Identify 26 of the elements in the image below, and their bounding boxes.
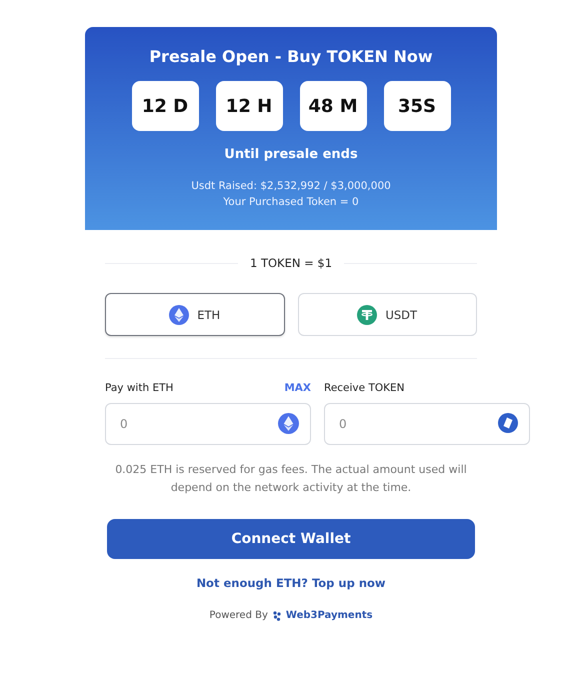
connect-wallet-button[interactable]: Connect Wallet <box>107 519 475 559</box>
field-label: Receive TOKEN <box>324 382 404 394</box>
gas-fee-note: 0.025 ETH is reserved for gas fees. The actual amount used will depend on the network activity at the time. <box>114 462 468 496</box>
input-field[interactable]: 0 <box>324 403 530 445</box>
countdown-box: 35S <box>384 81 450 131</box>
countdown-box: 12 H <box>216 81 282 131</box>
countdown-box: 48 M <box>300 81 366 131</box>
input-field[interactable]: 0 <box>105 403 311 445</box>
currency-button[interactable]: USDT <box>298 293 477 336</box>
ethereum-icon <box>278 413 299 434</box>
top-up-link[interactable]: Not enough ETH? Top up now <box>196 576 386 590</box>
price-text: 1 TOKEN = $1 <box>250 256 332 270</box>
powered-by-text: Powered By <box>209 610 268 621</box>
header-title: Presale Open - Buy TOKEN Now <box>149 47 433 66</box>
countdown-caption: Until presale ends <box>224 147 358 162</box>
max-link[interactable]: MAX <box>284 382 311 394</box>
raised-text: Usdt Raised: $2,532,992 / $3,000,000 <box>191 180 391 192</box>
purchased-text: Your Purchased Token = 0 <box>223 196 359 208</box>
currency-button[interactable]: ETH <box>105 293 284 336</box>
brand-logo-icon <box>272 610 281 620</box>
tether-icon <box>357 304 378 324</box>
brand-name: Web3Payments <box>286 610 373 621</box>
token-icon <box>498 413 518 433</box>
ethereum-icon <box>169 304 190 324</box>
field-label: Pay with ETH <box>105 382 174 394</box>
countdown-box: 12 D <box>132 81 198 131</box>
